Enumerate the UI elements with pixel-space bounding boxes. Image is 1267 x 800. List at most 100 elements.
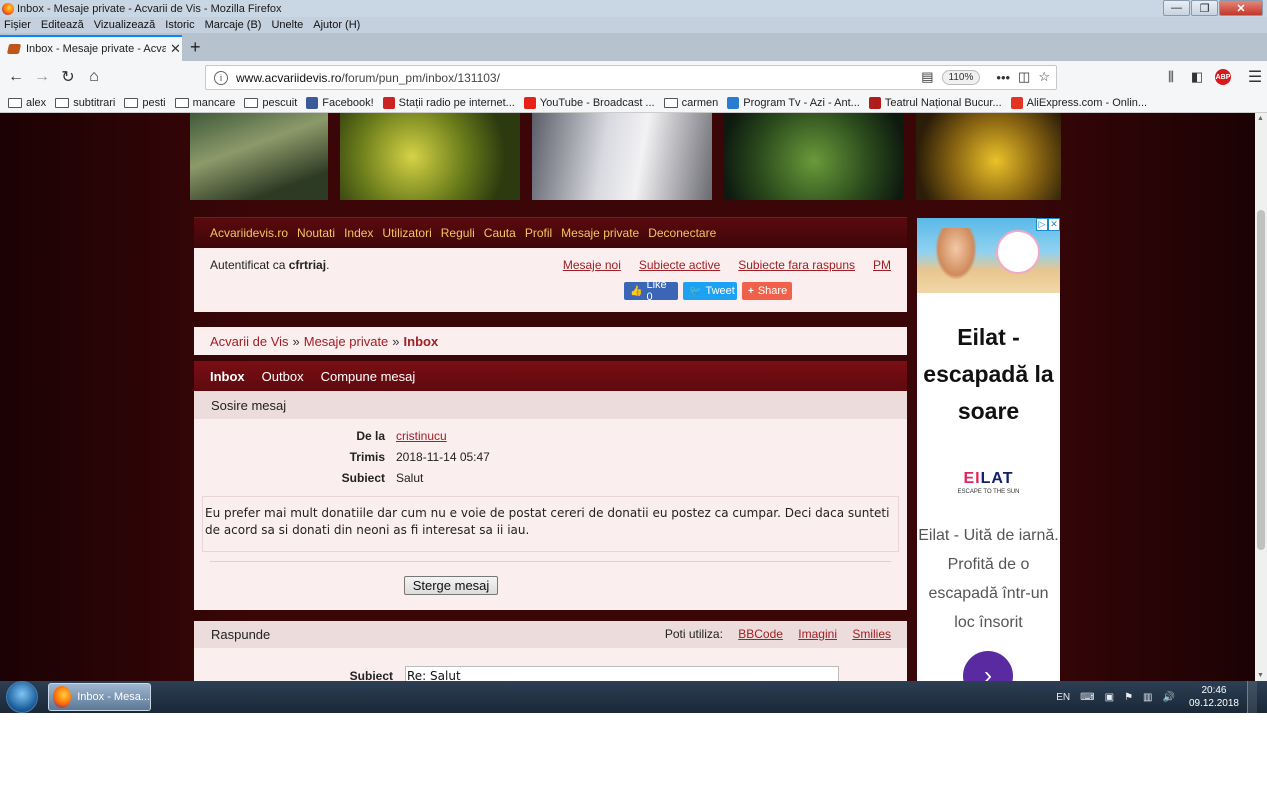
reader-view-icon[interactable]: ▤	[921, 69, 933, 85]
ad-image[interactable]: ▷ ✕	[917, 218, 1060, 293]
menu-history[interactable]: Istoric	[165, 19, 194, 31]
forum-nav-link[interactable]: Index	[344, 226, 373, 240]
twitter-bird-icon: 🐦	[689, 285, 702, 297]
volume-icon[interactable]: 🔊	[1162, 692, 1174, 703]
flag-icon[interactable]: ⚑	[1124, 692, 1133, 703]
forum-nav-link[interactable]: Cauta	[484, 226, 516, 240]
bookmark-item[interactable]: AliExpress.com - Onlin...	[1010, 96, 1147, 109]
close-button[interactable]: ✕	[1219, 0, 1263, 16]
forum-nav-link[interactable]: Reguli	[441, 226, 475, 240]
share-label: Share	[757, 285, 788, 297]
ad-close-icon[interactable]: ✕	[1048, 218, 1060, 231]
bookmark-star-icon[interactable]: ☆	[1038, 69, 1050, 85]
site-info-icon[interactable]: i	[214, 70, 228, 85]
scroll-down-icon[interactable]: ▼	[1257, 672, 1264, 679]
scroll-up-icon[interactable]: ▲	[1257, 115, 1264, 122]
network-icon[interactable]: ▥	[1143, 692, 1152, 703]
bookmark-item[interactable]: pescuit	[244, 97, 297, 109]
url-bar[interactable]: i www.acvariidevis.ro/forum/pun_pm/inbox…	[205, 65, 1057, 90]
banner-aquarium-image-5[interactable]	[916, 113, 1061, 200]
taskbar-firefox-window[interactable]: Inbox - Mesa...	[48, 683, 151, 711]
banner-aquarium-image-1[interactable]	[190, 113, 328, 200]
bookmark-item[interactable]: YouTube - Broadcast ...	[523, 96, 655, 109]
bookmark-item[interactable]: mancare	[174, 97, 235, 109]
zoom-level[interactable]: 110%	[941, 69, 981, 85]
forum-nav-link[interactable]: Profil	[525, 226, 552, 240]
ad-text[interactable]: Eilat - Uită de iarnă. Profită de o esca…	[917, 521, 1060, 637]
banner-aquarium-image-2[interactable]	[340, 113, 520, 200]
bookmark-item[interactable]: alex	[8, 97, 46, 109]
breadcrumb-home[interactable]: Acvarii de Vis	[210, 334, 289, 349]
tweet-button[interactable]: 🐦 Tweet	[683, 282, 737, 300]
link-new-messages[interactable]: Mesaje noi	[563, 258, 621, 272]
menu-help[interactable]: Ajutor (H)	[313, 19, 360, 31]
advertisement[interactable]: ▷ ✕ Eilat - escapadă la soare EILAT ESCA…	[917, 218, 1060, 681]
tab-close-icon[interactable]: ✕	[170, 41, 181, 57]
bookmark-item[interactable]: Teatrul Național Bucur...	[868, 96, 1002, 109]
new-tab-button[interactable]: +	[190, 37, 201, 58]
show-desktop-button[interactable]	[1247, 681, 1257, 713]
link-active-topics[interactable]: Subiecte active	[639, 258, 720, 272]
keyboard-icon[interactable]: ⌨	[1080, 692, 1094, 703]
scrollbar-thumb[interactable]	[1257, 210, 1265, 550]
banner-aquarium-image-3[interactable]	[532, 113, 712, 200]
tab-inbox-pm[interactable]: Inbox	[210, 369, 245, 384]
start-button[interactable]	[6, 681, 38, 713]
forum-nav-link[interactable]: Deconectare	[648, 226, 716, 240]
bookmark-label: pescuit	[262, 96, 298, 109]
sidebar-icon[interactable]: ◧	[1184, 64, 1210, 90]
smilies-link[interactable]: Smilies	[852, 627, 891, 641]
tab-compose[interactable]: Compune mesaj	[321, 369, 416, 384]
tab-outbox[interactable]: Outbox	[262, 369, 304, 384]
images-link[interactable]: Imagini	[798, 627, 837, 641]
maximize-button[interactable]: ❐	[1191, 0, 1218, 16]
menu-icon[interactable]: ☰	[1242, 64, 1267, 90]
ad-arrow-icon[interactable]: ›	[963, 651, 1013, 681]
adblock-plus-icon[interactable]: ABP	[1215, 69, 1231, 85]
delete-message-button[interactable]: Sterge mesaj	[404, 576, 498, 595]
menu-bookmarks[interactable]: Marcaje (B)	[205, 19, 262, 31]
bookmark-item[interactable]: Facebook!	[306, 96, 374, 109]
bookmark-label: Program Tv - Azi - Ant...	[743, 96, 860, 109]
menu-file[interactable]: Fișier	[4, 19, 31, 31]
facebook-like-button[interactable]: 👍 Like 0	[624, 279, 678, 303]
link-unanswered-topics[interactable]: Subiecte fara raspuns	[738, 258, 855, 272]
minimize-button[interactable]: —	[1163, 0, 1190, 16]
back-button[interactable]: ←	[3, 64, 29, 90]
bbcode-link[interactable]: BBCode	[738, 627, 783, 641]
language-indicator[interactable]: EN	[1056, 692, 1070, 703]
menu-tools[interactable]: Unelte	[271, 19, 303, 31]
share-button[interactable]: + Share	[742, 282, 792, 300]
ad-choices[interactable]: ▷ ✕	[1036, 218, 1060, 231]
from-user-link[interactable]: cristinucu	[396, 429, 447, 443]
forward-button[interactable]: →	[29, 64, 55, 90]
menu-view[interactable]: Vizualizează	[94, 19, 156, 31]
bookmark-item[interactable]: pesti	[124, 97, 166, 109]
bookmark-item[interactable]: carmen	[663, 97, 718, 109]
breadcrumb: Acvarii de Vis » Mesaje private » Inbox	[194, 327, 907, 355]
library-icon[interactable]: ⫼	[1158, 64, 1184, 90]
link-pm[interactable]: PM	[873, 258, 891, 272]
banner-aquarium-image-4[interactable]	[724, 113, 904, 200]
menu-edit[interactable]: Editează	[41, 19, 84, 31]
reply-subject-input[interactable]	[405, 666, 839, 681]
forum-nav-link[interactable]: Acvariidevis.ro	[210, 226, 288, 240]
bookmark-item[interactable]: subtitrari	[55, 97, 115, 109]
breadcrumb-pm[interactable]: Mesaje private	[304, 334, 389, 349]
tab-inbox[interactable]: Inbox - Mesaje private - Acvarii ✕	[0, 35, 182, 61]
forum-nav-link[interactable]: Mesaje private	[561, 226, 639, 240]
forum-nav-link[interactable]: Noutati	[297, 226, 335, 240]
page-actions-icon[interactable]: •••	[996, 70, 1010, 85]
reload-button[interactable]: ↻	[55, 64, 81, 90]
folder-icon	[124, 97, 139, 108]
ad-title[interactable]: Eilat - escapadă la soare	[917, 319, 1060, 430]
page-scrollbar[interactable]: ▲ ▼	[1255, 113, 1267, 681]
taskbar-clock[interactable]: 20:46 09.12.2018	[1189, 684, 1239, 710]
pocket-icon[interactable]: ◫	[1018, 69, 1030, 85]
ad-info-icon[interactable]: ▷	[1036, 218, 1048, 231]
forum-nav-link[interactable]: Utilizatori	[382, 226, 431, 240]
bookmark-item[interactable]: Program Tv - Azi - Ant...	[727, 96, 860, 109]
home-button[interactable]: ⌂	[81, 64, 107, 90]
pdf-icon[interactable]: ▣	[1105, 692, 1114, 703]
bookmark-item[interactable]: Stații radio pe internet...	[382, 96, 515, 109]
